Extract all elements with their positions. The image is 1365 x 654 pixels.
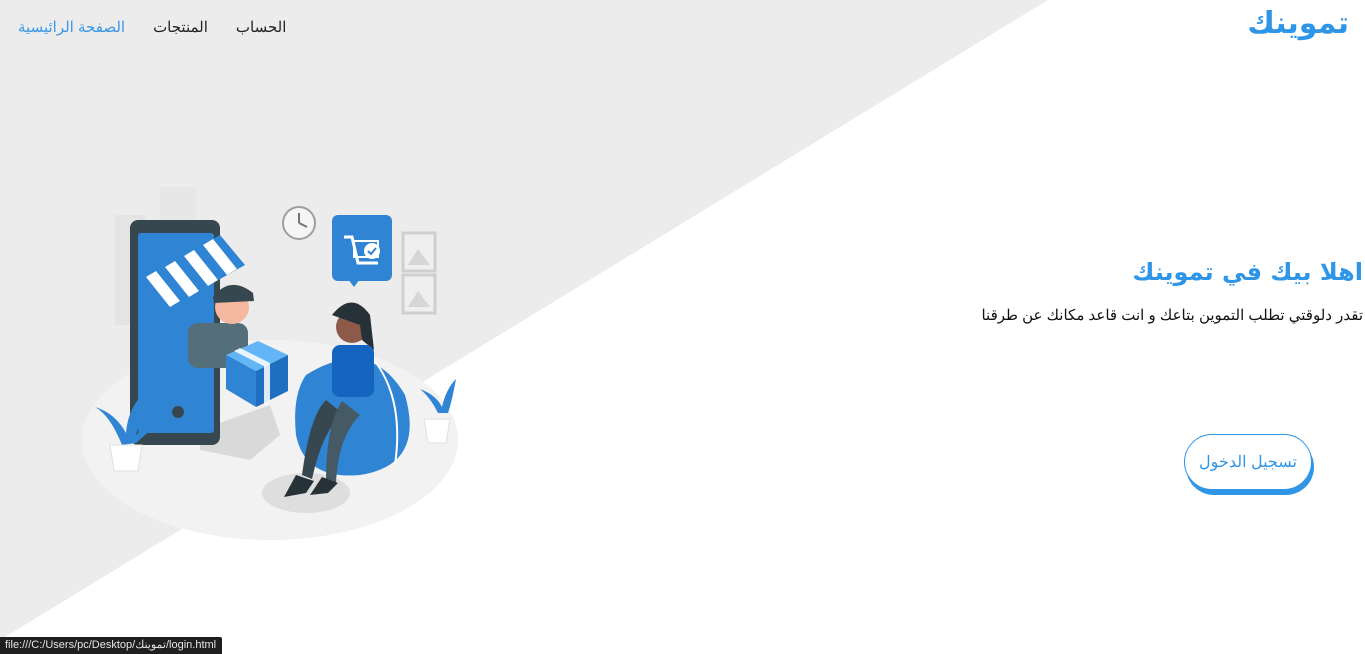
shopping-cart-icon [332, 215, 392, 287]
hero-illustration [82, 187, 458, 540]
nav-item-account[interactable]: الحساب [236, 18, 287, 36]
top-navbar: تموينك الصفحة الرائيسية المنتجات الحساب [0, 0, 1365, 56]
hero-title: اهلا بيك في تموينك [1132, 258, 1363, 286]
hero-subtitle: تقدر دلوقتي تطلب التموين بتاعك و انت قاع… [981, 307, 1363, 324]
brand-logo[interactable]: تموينك [1247, 6, 1349, 41]
hero-section: اهلا بيك في تموينك تقدر دلوقتي تطلب التم… [945, 258, 1365, 324]
clock-icon [282, 206, 316, 240]
status-bar-url: file:///C:/Users/pc/Desktop/تموينك/login… [0, 637, 223, 654]
nav-item-home[interactable]: الصفحة الرائيسية [18, 18, 125, 36]
login-button[interactable]: تسجيل الدخول [1184, 434, 1312, 490]
main-nav: الصفحة الرائيسية المنتجات الحساب [18, 18, 286, 36]
picture-frame-icon [401, 231, 437, 315]
nav-item-products[interactable]: المنتجات [153, 18, 208, 36]
